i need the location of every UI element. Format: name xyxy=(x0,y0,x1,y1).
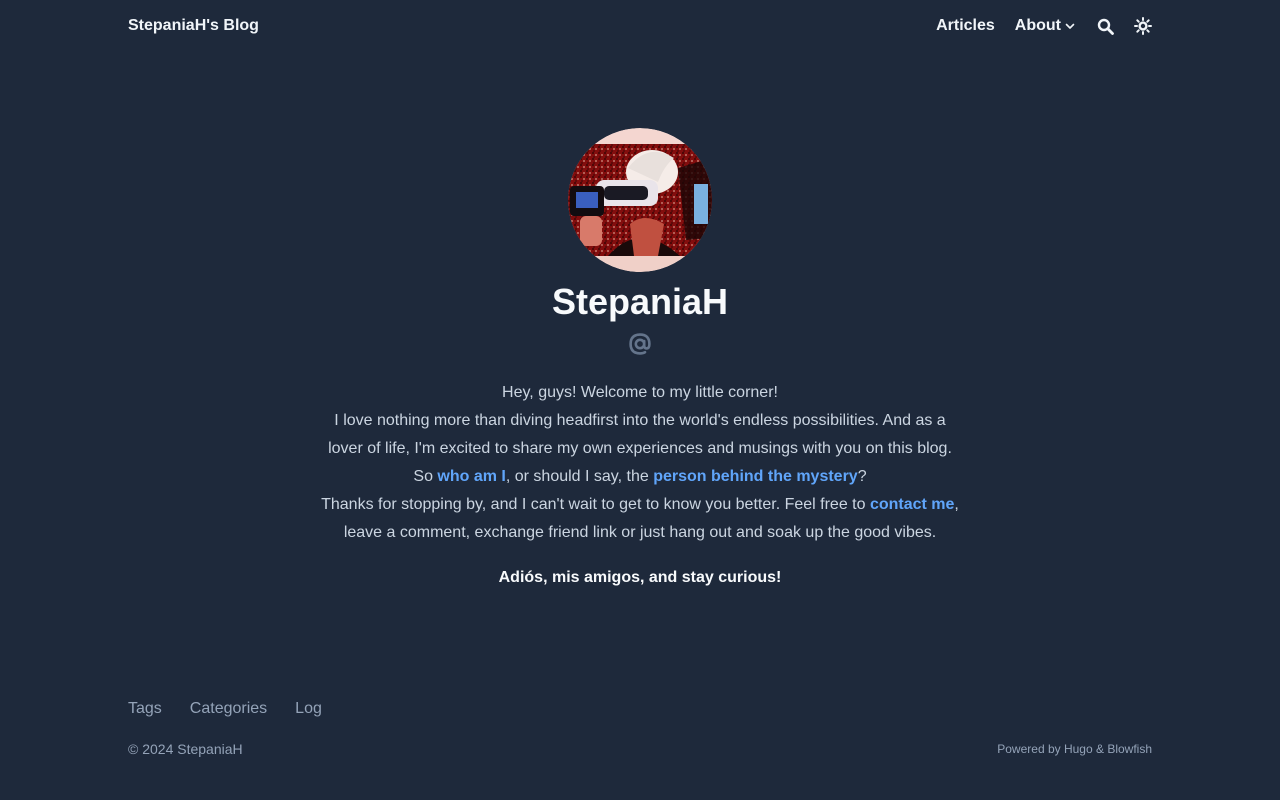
hugo-link[interactable]: Hugo xyxy=(1064,742,1093,756)
contact-me-link[interactable]: contact me xyxy=(870,496,954,513)
bio-text: , xyxy=(954,496,959,513)
bio-line: lover of life, I'm excited to share my o… xyxy=(328,440,952,457)
page: StepaniaH's Blog Articles About Stepania… xyxy=(0,0,1280,800)
signoff: Adiós, mis amigos, and stay curious! xyxy=(498,569,782,586)
at-icon[interactable] xyxy=(628,332,652,361)
bio-line: Thanks for stopping by, and I can't wait… xyxy=(0,491,1280,519)
footer-link-log[interactable]: Log xyxy=(295,700,322,718)
bio-line: I love nothing more than diving headfirs… xyxy=(334,412,946,429)
bio-line: Hey, guys! Welcome to my little corner! xyxy=(502,384,778,401)
site-title-link[interactable]: StepaniaH's Blog xyxy=(128,17,259,35)
bio-text: So xyxy=(413,468,438,485)
nav-about-label: About xyxy=(1014,17,1061,34)
bio-line: leave a comment, exchange friend link or… xyxy=(343,524,937,541)
bio: Hey, guys! Welcome to my little corner! … xyxy=(0,379,1280,547)
search-icon[interactable] xyxy=(1097,18,1114,35)
avatar xyxy=(568,128,712,272)
theme-toggle-icon[interactable] xyxy=(1134,17,1152,35)
chevron-down-icon xyxy=(1065,21,1075,31)
powered-by-text: Powered by xyxy=(997,742,1064,756)
copyright: © 2024 StepaniaH xyxy=(128,741,243,757)
bio-text: Thanks for stopping by, and I can't wait… xyxy=(321,496,870,513)
powered-by-amp: & xyxy=(1092,742,1108,756)
profile-section: StepaniaH Hey, guys! Welcome to my littl… xyxy=(0,128,1280,587)
bio-line: So who am I, or should I say, the person… xyxy=(0,463,1280,491)
nav-articles[interactable]: Articles xyxy=(936,17,995,35)
blowfish-link[interactable]: Blowfish xyxy=(1107,742,1152,756)
site-header: StepaniaH's Blog Articles About xyxy=(128,0,1152,52)
footer-nav: Tags Categories Log xyxy=(128,700,350,718)
powered-by: Powered by Hugo & Blowfish xyxy=(997,742,1152,756)
nav-about[interactable]: About xyxy=(1015,17,1075,35)
bio-text: ? xyxy=(857,468,867,485)
footer-link-categories[interactable]: Categories xyxy=(190,700,267,718)
main-nav: Articles About xyxy=(936,17,1152,35)
bio-text: , or should I say, the xyxy=(505,468,654,485)
person-behind-mystery-link[interactable]: person behind the mystery xyxy=(653,468,858,485)
footer-link-tags[interactable]: Tags xyxy=(128,700,162,718)
who-am-i-link[interactable]: who am I xyxy=(437,468,505,485)
profile-name: StepaniaH xyxy=(551,281,729,322)
